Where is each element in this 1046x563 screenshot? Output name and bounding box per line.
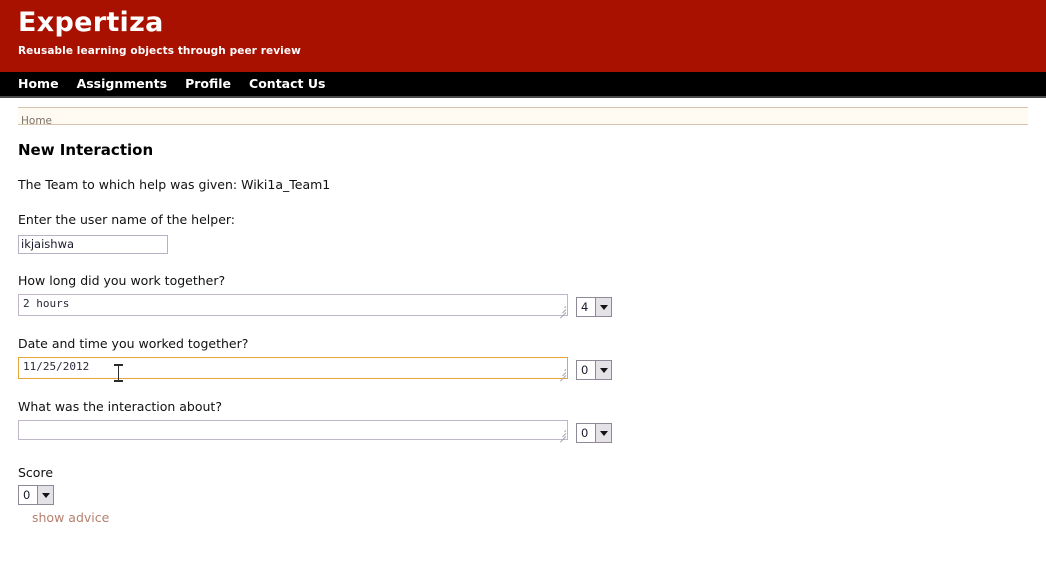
team-info-text: The Team to which help was given: Wiki1a…	[18, 177, 331, 192]
field-label-helper-username: Enter the user name of the helper:	[18, 212, 236, 227]
helper-username-input[interactable]	[18, 234, 168, 254]
date-time-textarea[interactable]	[18, 356, 568, 379]
date-time-row: 0	[18, 356, 1046, 382]
show-advice-link[interactable]: show advice	[32, 510, 109, 526]
date-time-textarea-holder	[18, 356, 568, 382]
interaction-topic-score-select[interactable]: 0	[576, 422, 612, 443]
interaction-topic-row: 0	[18, 419, 1046, 443]
chevron-down-icon[interactable]	[595, 360, 611, 379]
chevron-down-icon[interactable]	[595, 297, 611, 316]
field-interaction-topic: What was the interaction about? 0	[18, 399, 1046, 443]
interaction-topic-textarea[interactable]	[18, 419, 568, 440]
date-time-score-value: 0	[577, 360, 595, 379]
nav-item-home[interactable]: Home	[9, 71, 68, 97]
field-work-duration: How long did you work together? 4	[18, 272, 1046, 319]
work-duration-textarea[interactable]	[18, 293, 568, 316]
work-duration-score-value: 4	[577, 297, 595, 316]
work-duration-row: 4	[18, 293, 1046, 319]
score-select-value: 0	[19, 485, 37, 504]
field-label-interaction-topic: What was the interaction about?	[18, 398, 222, 414]
site-tagline: Reusable learning objects through peer r…	[18, 45, 301, 57]
page-title: New Interaction	[18, 141, 154, 159]
field-date-time: Date and time you worked together? 0	[18, 335, 1046, 382]
chevron-down-icon[interactable]	[595, 423, 611, 442]
main-content: New Interaction The Team to which help w…	[0, 140, 1046, 526]
interaction-topic-score-value: 0	[577, 423, 595, 442]
field-label-date-time: Date and time you worked together?	[18, 335, 249, 351]
breadcrumb: Home	[18, 107, 1028, 128]
score-label: Score	[18, 464, 54, 480]
score-select[interactable]: 0	[18, 484, 54, 505]
chevron-down-icon[interactable]	[37, 485, 53, 504]
advice-link-row: show advice	[18, 505, 1046, 526]
site-logo-title: Expertiza	[18, 7, 164, 38]
field-label-work-duration: How long did you work together?	[18, 272, 226, 288]
work-duration-score-select[interactable]: 4	[576, 296, 612, 317]
nav-item-assignments[interactable]: Assignments	[68, 71, 177, 97]
field-helper-username: Enter the user name of the helper:	[18, 212, 1046, 254]
work-duration-textarea-holder	[18, 293, 568, 319]
nav-item-profile[interactable]: Profile	[176, 71, 240, 97]
breadcrumb-item-home[interactable]: Home	[18, 114, 52, 128]
date-time-score-select[interactable]: 0	[576, 359, 612, 380]
site-masthead: Expertiza Reusable learning objects thro…	[0, 0, 1046, 72]
interaction-topic-textarea-holder	[18, 419, 568, 443]
main-navigation-bar: Home Assignments Profile Contact Us	[0, 72, 1046, 98]
score-section: Score 0 show advice	[18, 465, 1046, 526]
nav-item-contact-us[interactable]: Contact Us	[240, 71, 334, 97]
